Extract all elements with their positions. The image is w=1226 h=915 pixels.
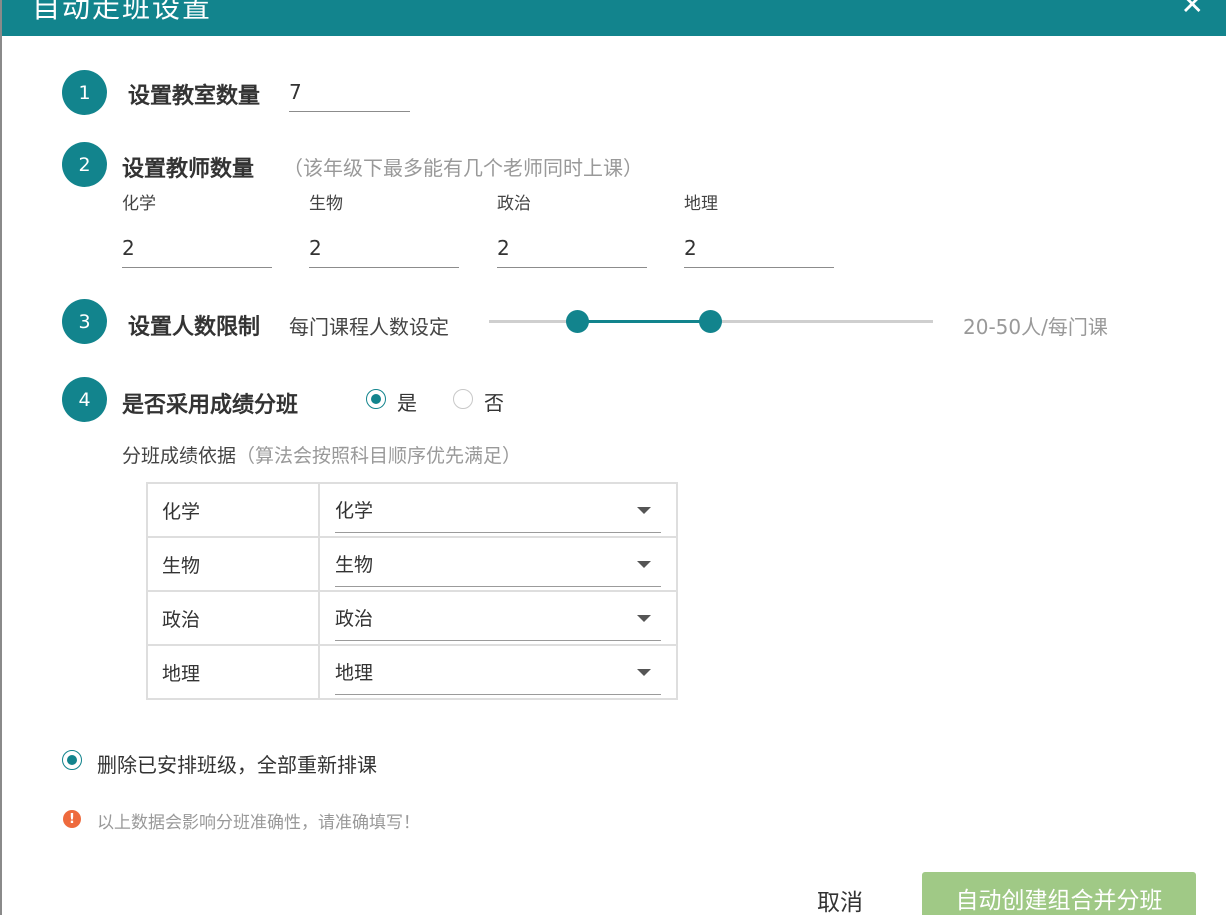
teacher-label-biology: 生物 [309,194,343,214]
grade-split-yes-label[interactable]: 是 [397,387,417,416]
step-1-badge: 1 [62,70,107,115]
class-size-sublabel: 每门课程人数设定 [289,315,449,339]
table-row: 生物 生物 [146,536,678,592]
step-2-hint: （该年级下最多能有几个老师同时上课） [283,156,643,180]
basis-hint: （算法会按照科目顺序优先满足） [236,445,522,467]
basis-subject-cell: 地理 [146,644,320,700]
dialog-header: 自动走班设置 ✕ [2,0,1226,36]
select-value: 政治 [335,608,374,630]
class-size-min-handle[interactable] [566,310,589,333]
step-2-title: 设置教师数量 [122,157,255,182]
teacher-count-biology-input[interactable] [309,228,459,268]
class-size-range-text: 20-50人/每门课 [963,315,1108,339]
close-icon[interactable]: ✕ [1181,0,1204,21]
warning-text: 以上数据会影响分班准确性，请准确填写！ [97,813,420,833]
table-row: 地理 地理 [146,644,678,700]
table-row: 化学 化学 [146,482,678,538]
cancel-button[interactable]: 取消 [817,883,863,915]
grade-split-no-label[interactable]: 否 [484,387,504,416]
grade-split-yes-radio[interactable] [366,389,386,409]
basis-subject-cell: 政治 [146,590,320,646]
teacher-label-chemistry: 化学 [122,194,156,214]
window-edge [0,0,2,915]
select-value: 地理 [335,662,374,684]
dialog-title: 自动走班设置 [32,0,213,24]
teacher-label-politics: 政治 [497,194,531,214]
class-size-slider-range [578,320,711,323]
classroom-count-input[interactable] [289,72,410,112]
select-value: 化学 [335,500,374,522]
caret-down-icon [637,507,651,514]
basis-heading: 分班成绩依据（算法会按照科目顺序优先满足） [122,441,521,468]
select-value: 生物 [335,554,374,576]
step-4-title: 是否采用成绩分班 [122,393,299,418]
step-1-title: 设置教室数量 [128,84,261,109]
caret-down-icon [637,615,651,622]
basis-select-4[interactable]: 地理 [335,649,661,695]
basis-select-2[interactable]: 生物 [335,541,661,587]
warning-icon: ! [63,810,81,828]
step-3-badge: 3 [62,299,107,344]
caret-down-icon [637,669,651,676]
reset-schedule-radio[interactable] [62,750,82,770]
step-3-title: 设置人数限制 [128,315,261,340]
class-size-max-handle[interactable] [699,310,722,333]
table-row: 政治 政治 [146,590,678,646]
basis-subject-cell: 化学 [146,482,320,538]
auto-create-button[interactable]: 自动创建组合并分班 [922,872,1196,915]
grade-split-no-radio[interactable] [453,389,473,409]
reset-schedule-label[interactable]: 删除已安排班级，全部重新排课 [97,749,377,778]
basis-table: 化学 化学 生物 生物 政治 政治 地理 地理 [146,482,678,700]
teacher-count-politics-input[interactable] [497,228,647,268]
basis-title: 分班成绩依据 [122,445,237,467]
basis-select-1[interactable]: 化学 [335,487,661,533]
teacher-count-chemistry-input[interactable] [122,228,272,268]
basis-select-3[interactable]: 政治 [335,595,661,641]
teacher-label-geography: 地理 [684,194,718,214]
caret-down-icon [637,561,651,568]
step-2-badge: 2 [62,142,107,187]
step-4-badge: 4 [62,377,107,422]
teacher-count-geography-input[interactable] [684,228,834,268]
basis-subject-cell: 生物 [146,536,320,592]
